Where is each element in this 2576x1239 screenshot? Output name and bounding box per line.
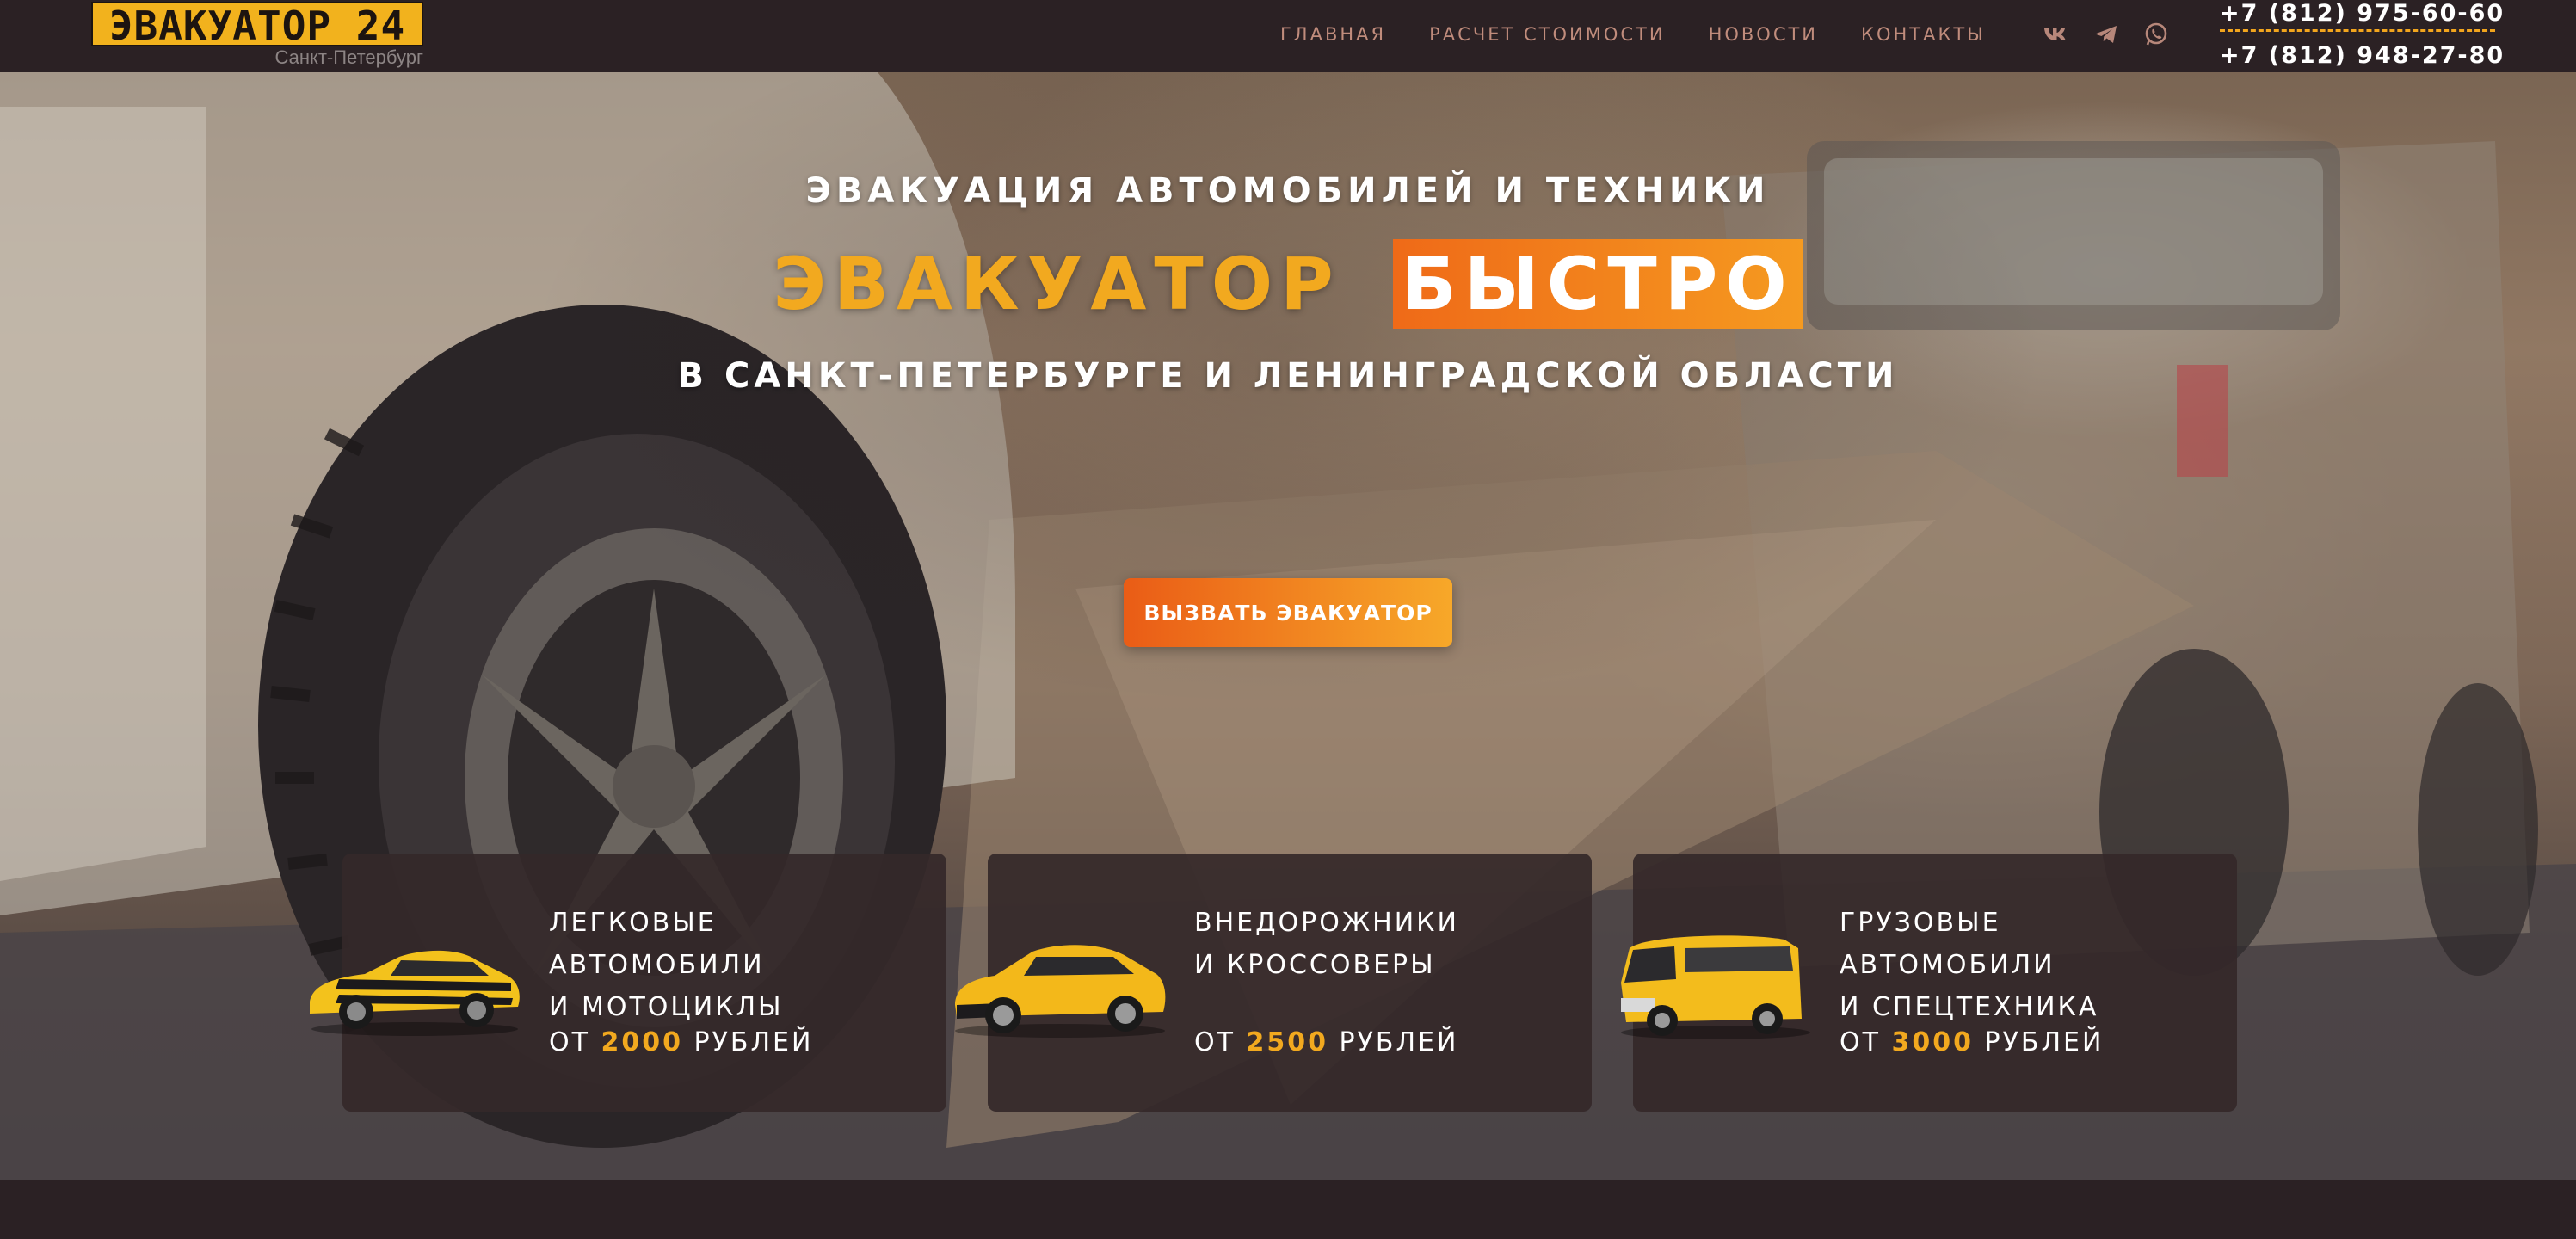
card-price: ОТ 2000 РУБЛЕЙ [549,1027,813,1057]
logo-city: Санкт-Петербург [274,46,423,68]
bottom-strip [0,1180,2576,1239]
card-title-line1: ВНЕДОРОЖНИКИ [1194,908,1459,938]
card-price: ОТ 2500 РУБЛЕЙ [1194,1027,1458,1057]
card-title: ВНЕДОРОЖНИКИ И КРОССОВЕРЫ [1194,902,1573,986]
card-price: ОТ 3000 РУБЛЕЙ [1840,1027,2104,1057]
service-card-cars[interactable]: ЛЕГКОВЫЕ АВТОМОБИЛИ И МОТОЦИКЛЫ ОТ 2000 … [310,854,946,1112]
logo-text: ЭВАКУАТОР 24 [91,2,423,46]
main-nav: ГЛАВНАЯ РАСЧЕТ СТОИМОСТИ НОВОСТИ КОНТАКТ… [1280,0,2170,69]
card-title-line2: И КРОССОВЕРЫ [1194,950,1436,980]
nav-home[interactable]: ГЛАВНАЯ [1280,24,1386,45]
yellow-van-image [1595,922,1815,1039]
card-title-line2: И МОТОЦИКЛЫ [549,992,784,1022]
hero-region: В САНКТ-ПЕТЕРБУРГЕ И ЛЕНИНГРАДСКОЙ ОБЛАС… [677,356,1899,396]
price-value: 2000 [601,1027,683,1057]
card-title-line1: ЛЕГКОВЫЕ АВТОМОБИЛИ [549,908,765,980]
phone-secondary[interactable]: +7 (812) 948-27-80 [2220,42,2503,70]
price-value: 2500 [1246,1027,1328,1057]
card-title-line2: И СПЕЦТЕХНИКА [1840,992,2099,1022]
logo[interactable]: ЭВАКУАТОР 24 Санкт-Петербург [91,0,427,72]
price-suffix: РУБЛЕЙ [1984,1027,2105,1057]
telegram-icon[interactable] [2092,21,2120,48]
card-title-line1: ГРУЗОВЫЕ АВТОМОБИЛИ [1840,908,2055,980]
phone-primary[interactable]: +7 (812) 975-60-60 [2220,0,2503,32]
yellow-crossover-image [950,922,1170,1039]
hero-title-highlight: БЫСТРО [1392,239,1803,329]
hero-title-part1: ЭВАКУАТОР [773,242,1341,326]
hero-title: ЭВАКУАТОР БЫСТРО [0,239,2576,329]
price-prefix: ОТ [1194,1027,1236,1057]
nav-contacts[interactable]: КОНТАКТЫ [1861,24,1986,45]
card-title: ЛЕГКОВЫЕ АВТОМОБИЛИ И МОТОЦИКЛЫ [549,902,927,1028]
hero-section: ЭВАКУАЦИЯ АВТОМОБИЛЕЙ И ТЕХНИКИ ЭВАКУАТО… [0,72,2576,1180]
nav-price-calc[interactable]: РАСЧЕТ СТОИМОСТИ [1429,24,1665,45]
service-card-trucks[interactable]: ГРУЗОВЫЕ АВТОМОБИЛИ И СПЕЦТЕХНИКА ОТ 300… [1621,854,2237,1112]
hero-subtitle: ЭВАКУАЦИЯ АВТОМОБИЛЕЙ И ТЕХНИКИ [805,171,1771,211]
yellow-sports-car-image [305,922,525,1039]
price-suffix: РУБЛЕЙ [1339,1027,1459,1057]
phone-block: +7 (812) 975-60-60 +7 (812) 948-27-80 [2220,0,2503,70]
price-prefix: ОТ [1840,1027,1881,1057]
price-prefix: ОТ [549,1027,590,1057]
price-value: 3000 [1891,1027,1974,1057]
social-links [2020,21,2170,48]
call-tow-truck-button[interactable]: ВЫЗВАТЬ ЭВАКУАТОР [1124,578,1452,647]
site-header: ЭВАКУАТОР 24 Санкт-Петербург ГЛАВНАЯ РАС… [0,0,2576,72]
card-title: ГРУЗОВЫЕ АВТОМОБИЛИ И СПЕЦТЕХНИКА [1840,902,2218,1028]
whatsapp-icon[interactable] [2142,21,2170,48]
price-suffix: РУБЛЕЙ [693,1027,814,1057]
vk-icon[interactable] [2043,21,2070,48]
nav-news[interactable]: НОВОСТИ [1709,24,1818,45]
service-card-suv[interactable]: ВНЕДОРОЖНИКИ И КРОССОВЕРЫ ОТ 2500 РУБЛЕЙ [955,854,1592,1112]
